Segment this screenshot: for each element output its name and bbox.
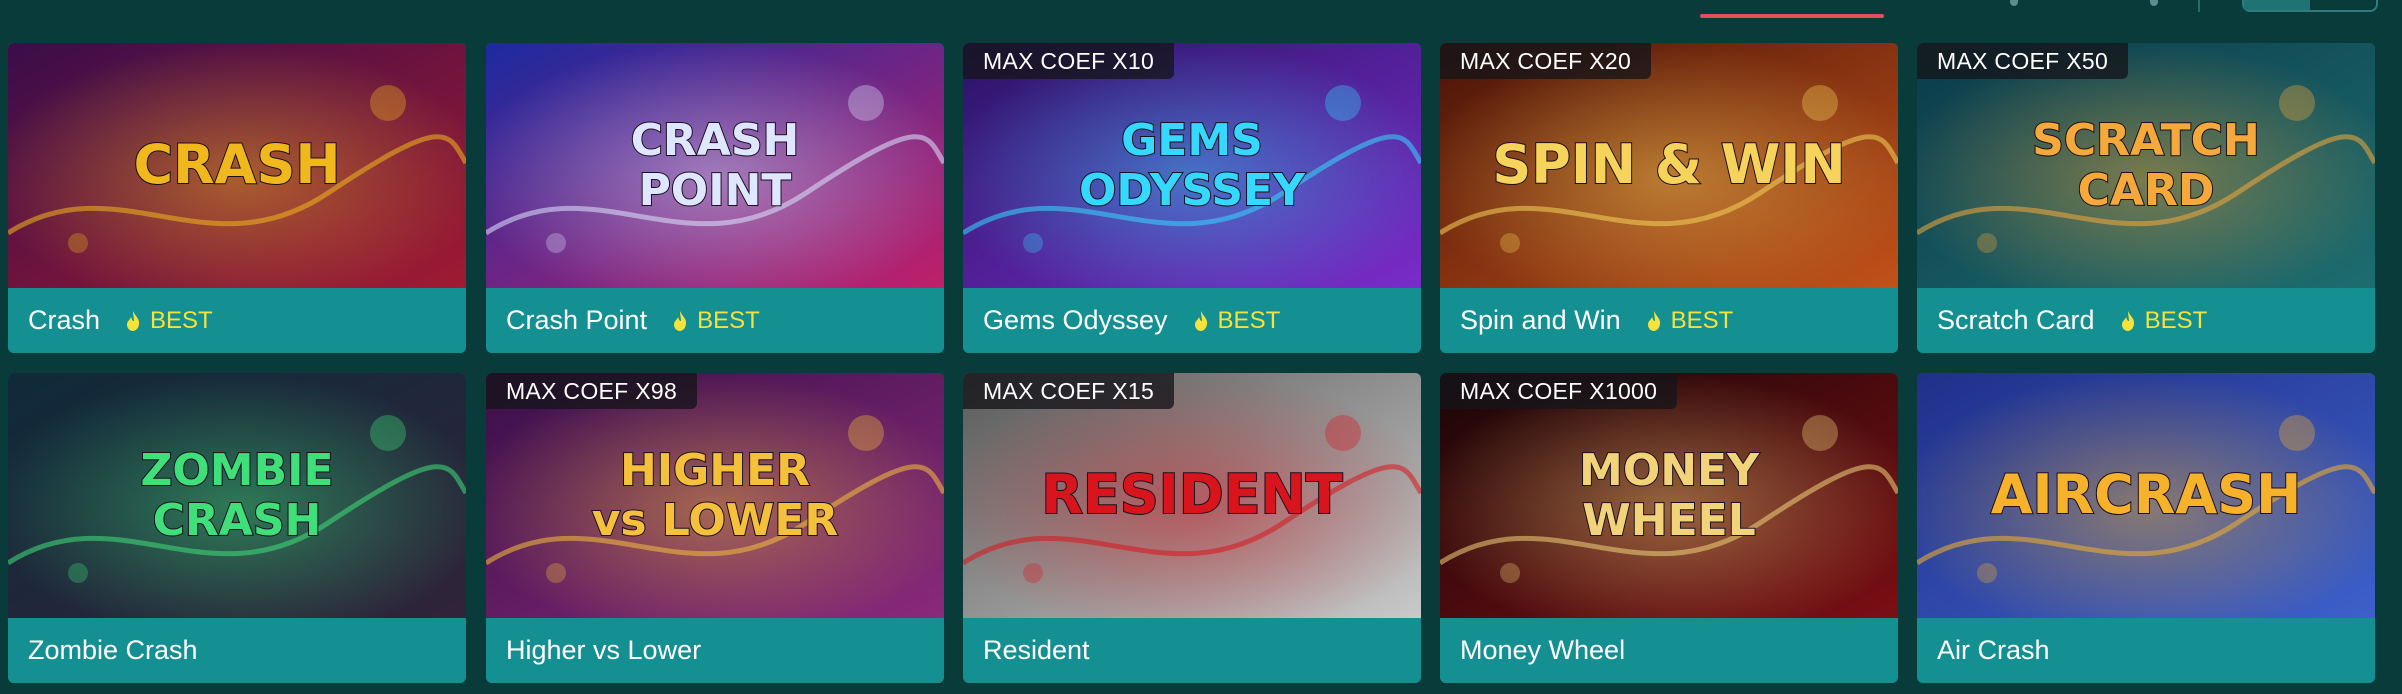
game-title: Crash bbox=[28, 305, 101, 335]
fire-icon bbox=[1647, 310, 1660, 331]
best-badge: BEST bbox=[2121, 306, 2208, 335]
game-card[interactable]: SCRATCH CARD MAX COEF X50 Scratch Card BEST bbox=[1917, 43, 2375, 353]
svg-text:RESIDENT: RESIDENT bbox=[1041, 463, 1342, 526]
svg-text:CARD: CARD bbox=[2078, 165, 2215, 216]
max-coef-badge: MAX COEF X10 bbox=[963, 43, 1175, 79]
filter-icon[interactable] bbox=[2150, 0, 2158, 6]
game-thumbnail[interactable]: CRASH POINT bbox=[486, 43, 944, 288]
best-badge: BEST bbox=[1194, 306, 1281, 335]
best-label: BEST bbox=[697, 306, 760, 334]
game-card[interactable]: AIRCRASH Air Crash bbox=[1917, 373, 2375, 683]
game-title: Zombie Crash bbox=[28, 635, 198, 665]
fire-icon bbox=[674, 310, 687, 331]
game-card-footer: Gems Odyssey BEST bbox=[963, 288, 1421, 353]
svg-text:WHEEL: WHEEL bbox=[1582, 495, 1756, 546]
svg-text:MONEY: MONEY bbox=[1579, 445, 1760, 496]
game-title: Higher vs Lower bbox=[506, 635, 702, 665]
game-card[interactable]: SPIN & WIN MAX COEF X20 Spin and Win BEST bbox=[1440, 43, 1898, 353]
svg-text:vs LOWER: vs LOWER bbox=[592, 495, 839, 546]
game-card[interactable]: GEMS ODYSSEY MAX COEF X10 Gems Odyssey BEST bbox=[963, 43, 1421, 353]
game-card[interactable]: ZOMBIE CRASH Zombie Crash bbox=[8, 373, 466, 683]
game-card[interactable]: CRASH POINT Crash Point BEST bbox=[486, 43, 944, 353]
fire-icon bbox=[127, 310, 140, 331]
best-badge: BEST bbox=[126, 307, 213, 335]
game-card-footer: Money Wheel bbox=[1440, 618, 1898, 683]
max-coef-badge: MAX COEF X20 bbox=[1440, 43, 1652, 79]
game-card-footer: Resident bbox=[963, 618, 1421, 683]
game-card-footer: Zombie Crash bbox=[8, 618, 466, 683]
game-card-footer: Air Crash bbox=[1917, 618, 2375, 683]
game-thumbnail[interactable]: RESIDENT bbox=[963, 373, 1421, 618]
svg-text:POINT: POINT bbox=[639, 165, 792, 216]
active-tab-indicator bbox=[1700, 14, 1884, 18]
game-card-footer: Higher vs Lower bbox=[486, 618, 944, 683]
grid-view-button[interactable] bbox=[2244, 0, 2310, 10]
game-thumbnail[interactable]: GEMS ODYSSEY bbox=[963, 43, 1421, 288]
game-card-footer: Crash Point BEST bbox=[486, 288, 944, 353]
svg-text:CRASH: CRASH bbox=[153, 495, 322, 546]
svg-text:ZOMBIE: ZOMBIE bbox=[140, 445, 333, 496]
best-label: BEST bbox=[2144, 306, 2208, 334]
best-badge: BEST bbox=[1647, 306, 1734, 335]
game-title: Scratch Card bbox=[1937, 305, 2095, 335]
top-bar bbox=[0, 0, 2402, 34]
game-title: Money Wheel bbox=[1460, 635, 1626, 665]
max-coef-badge: MAX COEF X50 bbox=[1917, 43, 2129, 79]
game-card[interactable]: RESIDENT MAX COEF X15 Resident bbox=[963, 373, 1421, 683]
max-coef-badge: MAX COEF X98 bbox=[486, 373, 698, 409]
game-card[interactable]: MONEY WHEEL MAX COEF X1000 Money Wheel bbox=[1440, 373, 1898, 683]
game-card-footer: Scratch Card BEST bbox=[1917, 288, 2375, 353]
game-thumbnail[interactable]: MONEY WHEEL bbox=[1440, 373, 1898, 618]
game-thumbnail[interactable]: SCRATCH CARD bbox=[1917, 43, 2375, 288]
svg-text:CRASH: CRASH bbox=[631, 115, 800, 166]
best-label: BEST bbox=[150, 306, 213, 334]
svg-text:HIGHER: HIGHER bbox=[620, 445, 810, 496]
svg-text:AIRCRASH: AIRCRASH bbox=[1991, 463, 2302, 526]
game-card-footer: Spin and Win BEST bbox=[1440, 288, 1898, 353]
game-thumbnail[interactable]: CRASH bbox=[8, 43, 466, 288]
game-thumbnail[interactable]: ZOMBIE CRASH bbox=[8, 373, 466, 618]
svg-text:SPIN & WIN: SPIN & WIN bbox=[1492, 133, 1845, 196]
game-card-footer: Crash BEST bbox=[8, 288, 466, 353]
game-thumbnail[interactable]: SPIN & WIN bbox=[1440, 43, 1898, 288]
game-card[interactable]: CRASH Crash BEST bbox=[8, 43, 466, 353]
game-thumbnail[interactable]: HIGHER vs LOWER bbox=[486, 373, 944, 618]
game-title: Resident bbox=[983, 635, 1090, 665]
max-coef-badge: MAX COEF X15 bbox=[963, 373, 1175, 409]
fire-icon bbox=[1194, 310, 1207, 331]
best-badge: BEST bbox=[673, 307, 760, 335]
svg-text:GEMS: GEMS bbox=[1121, 115, 1263, 166]
game-title: Crash Point bbox=[506, 305, 648, 335]
svg-text:CRASH: CRASH bbox=[133, 133, 340, 196]
view-toggle[interactable] bbox=[2242, 0, 2378, 12]
game-card[interactable]: HIGHER vs LOWER MAX COEF X98 Higher vs Lowe… bbox=[486, 373, 944, 683]
best-label: BEST bbox=[1670, 306, 1734, 334]
game-title: Air Crash bbox=[1937, 635, 2050, 665]
toolbar-divider bbox=[2198, 0, 2200, 12]
best-label: BEST bbox=[1217, 306, 1281, 334]
game-title: Spin and Win bbox=[1460, 305, 1621, 335]
fire-icon bbox=[2121, 310, 2134, 331]
search-icon[interactable] bbox=[2010, 0, 2018, 6]
game-thumbnail[interactable]: AIRCRASH bbox=[1917, 373, 2375, 618]
game-title: Gems Odyssey bbox=[983, 305, 1168, 335]
list-view-button[interactable] bbox=[2310, 0, 2376, 10]
svg-text:SCRATCH: SCRATCH bbox=[2032, 115, 2260, 166]
svg-text:ODYSSEY: ODYSSEY bbox=[1079, 165, 1306, 216]
max-coef-badge: MAX COEF X1000 bbox=[1440, 373, 1678, 409]
